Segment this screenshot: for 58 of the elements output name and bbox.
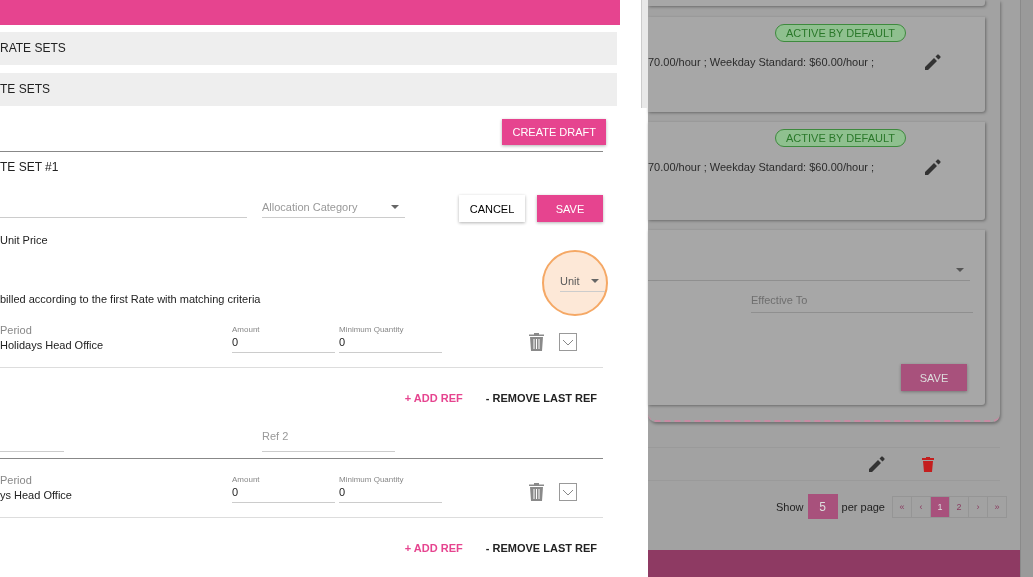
status-badge: ACTIVE BY DEFAULT [775, 24, 906, 42]
amount-value: 0 [232, 335, 240, 350]
caret-icon [591, 279, 599, 283]
rate-set-title: TE SET #1 [0, 159, 60, 175]
status-badge: ACTIVE BY DEFAULT [775, 129, 906, 147]
minimum-quantity-value: 0 [339, 485, 347, 500]
delete-icon[interactable] [529, 483, 544, 501]
caret-icon [391, 205, 399, 209]
scrollbar-thumb[interactable] [641, 0, 648, 108]
remove-last-ref-link[interactable]: - REMOVE LAST REF [485, 539, 597, 557]
delete-icon[interactable] [922, 456, 934, 472]
amount-label: Amount [232, 474, 261, 485]
minimum-quantity-label: Minimum Quantity [339, 324, 405, 335]
add-ref-link[interactable]: + ADD REF [404, 389, 463, 407]
show-label: Show [776, 500, 804, 513]
edit-icon[interactable] [925, 54, 941, 70]
page-button[interactable]: ‹ [911, 495, 931, 518]
ref-field[interactable]: Ref 2 [262, 429, 395, 452]
per-page-label: per page [841, 500, 885, 513]
page-button[interactable]: » [987, 495, 1007, 518]
minimum-quantity-field[interactable]: Minimum Quantity 0 [339, 324, 442, 353]
section-header[interactable]: RATE SETS [0, 32, 617, 65]
remove-last-ref-link[interactable]: - REMOVE LAST REF [485, 389, 597, 407]
amount-field[interactable]: Amount 0 [232, 324, 335, 353]
period-label: Period [0, 474, 33, 486]
per-page-select[interactable]: 5 [807, 494, 838, 519]
expand-chevron-icon[interactable] [559, 483, 577, 501]
create-draft-button[interactable]: CREATE DRAFT [502, 119, 606, 145]
page-button[interactable]: 1 [930, 495, 950, 518]
rate-summary: 70.00/hour ; Weekday Standard: $60.00/hour ; [648, 56, 876, 68]
amount-label: Amount [232, 324, 261, 335]
save-button[interactable]: SAVE [537, 195, 603, 222]
minimum-quantity-value: 0 [339, 335, 347, 350]
edit-icon[interactable] [869, 456, 885, 472]
page-button[interactable]: › [968, 495, 988, 518]
add-ref-link[interactable]: + ADD REF [404, 539, 463, 557]
pricing-label: Unit Price [0, 233, 49, 248]
rate-summary: 70.00/hour ; Weekday Standard: $60.00/hour ; [648, 161, 876, 173]
minimum-quantity-field[interactable]: Minimum Quantity 0 [339, 474, 442, 503]
save-button[interactable]: SAVE [901, 364, 967, 391]
delete-icon[interactable] [529, 333, 544, 351]
minimum-quantity-label: Minimum Quantity [339, 474, 405, 485]
cancel-button[interactable]: CANCEL [459, 195, 525, 222]
expand-chevron-icon[interactable] [559, 333, 577, 351]
period-value: Holidays Head Office [0, 338, 105, 353]
page-button[interactable]: 2 [949, 495, 969, 518]
edit-icon[interactable] [925, 159, 941, 175]
amount-field[interactable]: Amount 0 [232, 474, 335, 503]
scrollbar[interactable] [1020, 0, 1033, 577]
caret-icon [956, 268, 964, 272]
amount-value: 0 [232, 485, 240, 500]
rule-text: billed according to the first Rate with matching criteria [0, 292, 262, 307]
allocation-category-dropdown[interactable]: Allocation Category [262, 197, 405, 218]
section-header[interactable]: TE SETS [0, 73, 617, 106]
page-button[interactable]: « [892, 495, 912, 518]
period-label: Period [0, 324, 33, 336]
unit-dropdown[interactable]: Unit [560, 271, 605, 292]
period-value: ys Head Office [0, 488, 73, 503]
